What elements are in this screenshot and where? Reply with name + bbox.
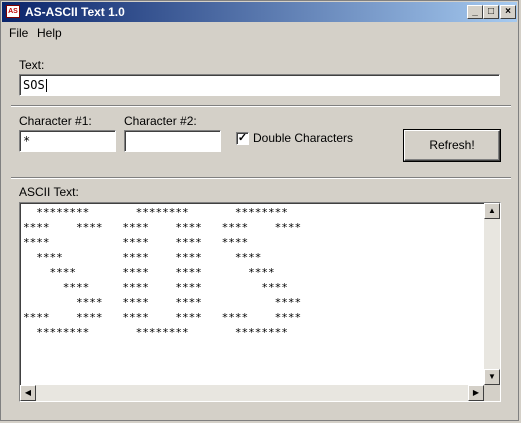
- scroll-right-icon[interactable]: ▶: [468, 385, 484, 401]
- menu-help[interactable]: Help: [37, 26, 62, 40]
- text-input[interactable]: SOS: [19, 74, 500, 96]
- double-characters-checkbox[interactable]: ✓: [236, 132, 249, 145]
- scroll-left-icon[interactable]: ◀: [20, 385, 36, 401]
- text-caret: [45, 79, 47, 92]
- ascii-output-area[interactable]: ******** ******** ******** **** **** ***…: [19, 202, 501, 402]
- double-characters-label[interactable]: Double Characters: [253, 131, 353, 145]
- separator-top: [11, 105, 511, 107]
- refresh-button-label: Refresh!: [429, 138, 475, 152]
- menu-file[interactable]: File: [9, 26, 28, 40]
- char2-label: Character #2:: [124, 114, 197, 128]
- text-input-value: SOS: [23, 78, 45, 92]
- vertical-scrollbar[interactable]: ▲ ▼: [484, 203, 500, 385]
- minimize-icon[interactable]: _: [467, 5, 483, 19]
- app-icon: AS: [6, 5, 20, 18]
- char1-label: Character #1:: [19, 114, 92, 128]
- maximize-icon[interactable]: □: [483, 5, 499, 19]
- title-bar[interactable]: AS AS-ASCII Text 1.0 _ □ ×: [2, 2, 517, 22]
- scrollbar-corner: [484, 385, 500, 401]
- text-label: Text:: [19, 58, 45, 72]
- ascii-output-text: ******** ******** ******** **** **** ***…: [23, 206, 302, 339]
- app-window: AS AS-ASCII Text 1.0 _ □ × File Help Tex…: [0, 0, 519, 421]
- char1-input[interactable]: *: [19, 130, 116, 152]
- close-icon[interactable]: ×: [500, 5, 516, 19]
- scroll-up-icon[interactable]: ▲: [484, 203, 500, 219]
- menu-bar: File Help: [2, 23, 517, 42]
- ascii-text-label: ASCII Text:: [19, 185, 79, 199]
- scroll-down-icon[interactable]: ▼: [484, 369, 500, 385]
- char2-input[interactable]: [124, 130, 221, 152]
- window-title: AS-ASCII Text 1.0: [25, 5, 125, 19]
- char1-value: *: [23, 134, 31, 148]
- refresh-button[interactable]: Refresh!: [404, 130, 500, 161]
- separator-bottom: [11, 177, 511, 179]
- horizontal-scrollbar[interactable]: ◀ ▶: [20, 385, 484, 401]
